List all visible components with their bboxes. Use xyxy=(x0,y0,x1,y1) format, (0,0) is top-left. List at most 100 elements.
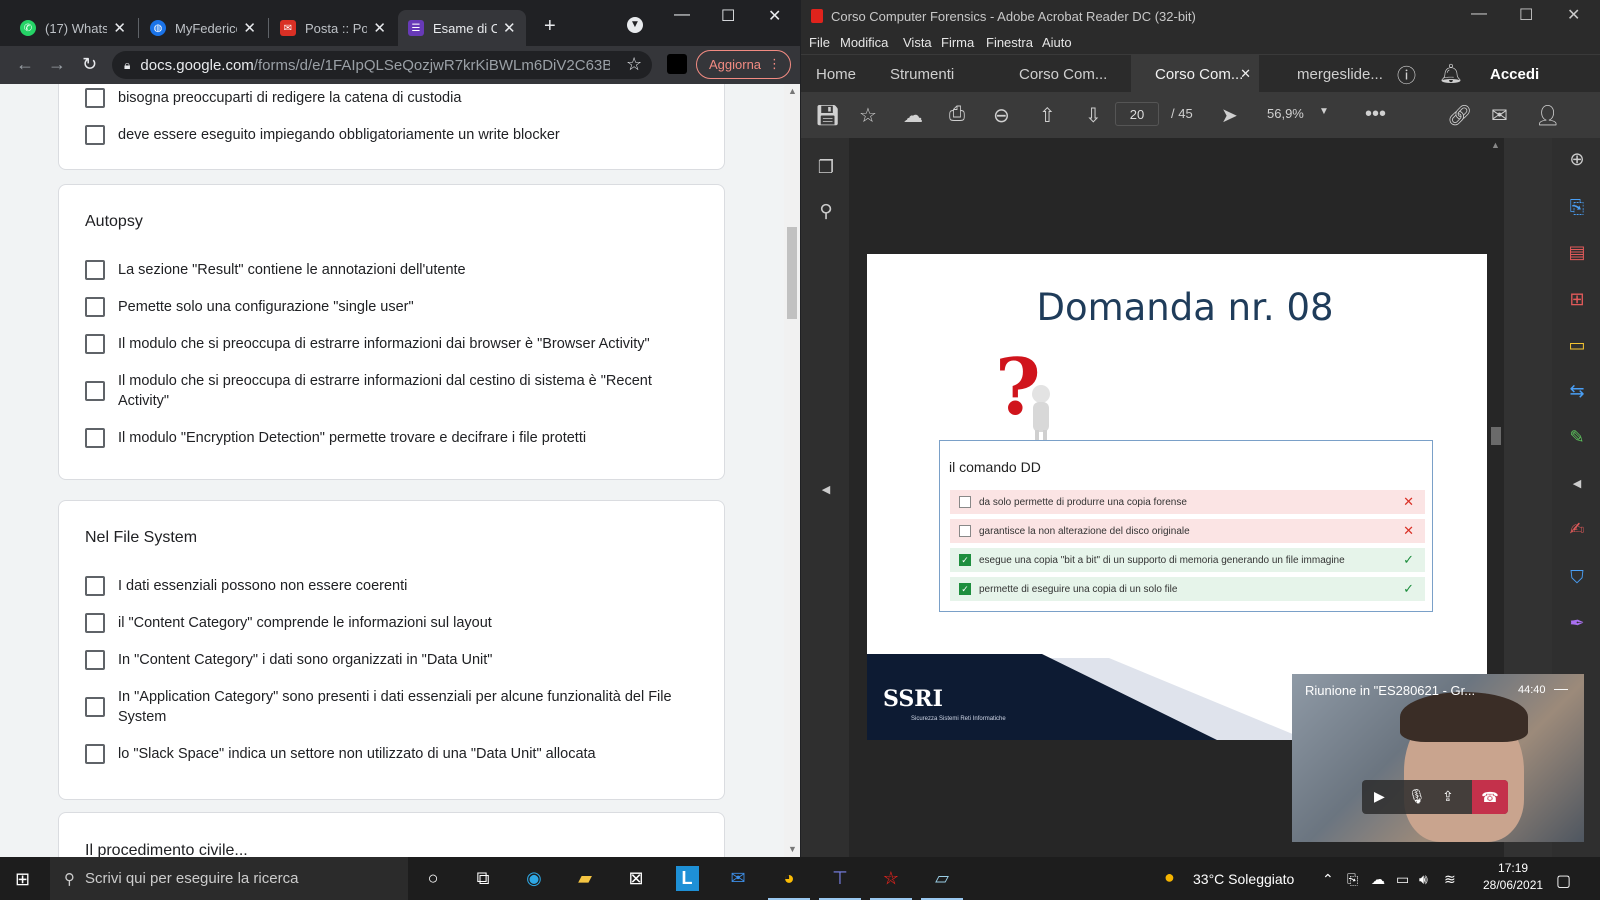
close-icon[interactable]: ✕ xyxy=(1240,66,1251,82)
option[interactable]: lo "Slack Space" indica un settore non u… xyxy=(85,744,685,764)
close-window-icon[interactable]: ✕ xyxy=(1567,5,1580,25)
menu-vista[interactable]: Vista xyxy=(903,35,932,50)
minimize-icon[interactable]: — xyxy=(1471,5,1487,23)
edge-icon[interactable]: ◉ xyxy=(509,857,559,900)
close-window-icon[interactable]: ✕ xyxy=(768,6,781,26)
app-l-icon[interactable]: L xyxy=(662,857,712,900)
help-icon[interactable]: ⓘ xyxy=(1397,55,1416,93)
checkbox[interactable] xyxy=(85,88,105,108)
organize-icon[interactable]: ▤ xyxy=(1566,241,1588,263)
option[interactable]: Il modulo "Encryption Detection" permett… xyxy=(85,428,685,448)
option[interactable]: il "Content Category" comprende le infor… xyxy=(85,613,685,633)
camera-icon[interactable]: ▶︎ xyxy=(1374,788,1385,805)
checkbox[interactable] xyxy=(85,297,105,317)
checkbox[interactable] xyxy=(85,381,105,401)
tab-doc-2[interactable]: Corso Com... ✕ xyxy=(1131,55,1259,93)
share-link-icon[interactable]: 🔗︎ xyxy=(1447,103,1472,128)
menu-modifica[interactable]: Modifica xyxy=(840,35,888,50)
option[interactable]: Il modulo che si preoccupa di estrarre i… xyxy=(85,334,685,354)
bookmark-star-icon[interactable]: ☆ xyxy=(626,54,642,75)
menu-file[interactable]: File xyxy=(809,35,830,50)
star-icon[interactable]: ☆ xyxy=(859,103,877,128)
task-view-icon[interactable]: ⧉ xyxy=(458,857,508,900)
option[interactable]: La sezione "Result" contiene le annotazi… xyxy=(85,260,685,280)
minimize-icon[interactable]: — xyxy=(674,6,690,24)
cortana-icon[interactable]: ○ xyxy=(408,857,458,900)
protect-icon[interactable]: ⛉ xyxy=(1566,566,1588,588)
tab-myfederico[interactable]: ◍ MyFederico ✕ xyxy=(140,10,266,46)
checkbox[interactable] xyxy=(85,428,105,448)
windows-start-icon[interactable]: ⊞ xyxy=(15,869,30,890)
close-icon[interactable]: ✕ xyxy=(113,19,126,37)
maximize-icon[interactable]: ☐ xyxy=(1519,5,1533,25)
notifications-icon[interactable]: ▢ xyxy=(1556,871,1571,891)
weather-icon[interactable]: ● xyxy=(1164,867,1175,888)
option[interactable]: deve essere eseguito impiegando obbligat… xyxy=(85,125,685,145)
checkbox[interactable] xyxy=(85,576,105,596)
add-user-icon[interactable]: 👤︎ xyxy=(1535,103,1560,128)
forward-icon[interactable]: → xyxy=(48,54,66,75)
checkbox[interactable] xyxy=(85,650,105,670)
scrollbar-thumb[interactable] xyxy=(787,227,797,319)
menu-firma[interactable]: Firma xyxy=(941,35,974,50)
weather-text[interactable]: 33°C Soleggiato xyxy=(1193,871,1294,887)
more-icon[interactable]: ••• xyxy=(1365,103,1386,126)
menu-dots-icon[interactable]: ⋮ xyxy=(768,56,781,72)
comment-icon[interactable]: ▭ xyxy=(1566,334,1588,356)
page-number-input[interactable]: 20 xyxy=(1115,102,1159,126)
save-icon[interactable]: 💾︎ xyxy=(815,103,840,128)
signin-button[interactable]: Accedi xyxy=(1490,55,1539,93)
notes-app-icon[interactable]: ▱ xyxy=(917,857,967,900)
new-tab-icon[interactable]: + xyxy=(544,15,556,38)
update-button[interactable]: Aggiorna ⋮ xyxy=(696,50,791,79)
menu-aiuto[interactable]: Aiuto xyxy=(1042,35,1072,50)
page-scrollbar[interactable]: ▲ ▼ xyxy=(784,84,800,857)
tab-doc-1[interactable]: Corso Com... xyxy=(1019,55,1107,93)
share-screen-icon[interactable]: ⇪ xyxy=(1442,788,1454,805)
reload-icon[interactable]: ↻ xyxy=(82,54,97,75)
checkbox[interactable] xyxy=(85,125,105,145)
hang-up-button[interactable]: ☎︎ xyxy=(1472,780,1508,814)
close-icon[interactable]: ✕ xyxy=(373,19,386,37)
email-icon[interactable]: ✉ xyxy=(1491,103,1508,128)
back-icon[interactable]: ← xyxy=(16,54,34,75)
zoom-out-icon[interactable]: ⊖ xyxy=(993,103,1010,128)
option[interactable]: Pemette solo una configurazione "single … xyxy=(85,297,685,317)
zoom-level[interactable]: 56,9% xyxy=(1267,106,1304,121)
taskbar-search[interactable]: ⚲ Scrivi qui per eseguire la ricerca xyxy=(50,857,408,900)
network-off-icon[interactable]: ☁ xyxy=(1371,871,1385,888)
battery-icon[interactable]: ▭ xyxy=(1396,871,1409,888)
store-icon[interactable]: ⊠ xyxy=(611,857,661,900)
option[interactable]: Il modulo che si preoccupa di estrarre i… xyxy=(85,371,685,411)
volume-icon[interactable]: 🔊︎ xyxy=(1419,871,1428,888)
scrollbar-thumb[interactable] xyxy=(1491,427,1501,445)
print-icon[interactable]: ⎙ xyxy=(949,103,965,126)
maximize-icon[interactable]: ☐ xyxy=(721,6,735,26)
extension-icon[interactable] xyxy=(667,54,687,74)
sign-icon[interactable]: ✒ xyxy=(1566,612,1588,634)
bell-icon[interactable]: 🔔︎ xyxy=(1439,55,1463,93)
menu-finestra[interactable]: Finestra xyxy=(986,35,1033,50)
option[interactable]: I dati essenziali possono non essere coe… xyxy=(85,576,685,596)
tab-posta[interactable]: ✉ Posta :: Posta ✕ xyxy=(270,10,396,46)
checkbox[interactable] xyxy=(85,613,105,633)
page-down-icon[interactable]: ⇩ xyxy=(1085,103,1102,128)
zoom-icon[interactable]: ⊕ xyxy=(1566,148,1588,170)
select-cursor-icon[interactable]: ➤ xyxy=(1221,103,1238,128)
teams-meeting-window[interactable]: Riunione in "ES280621 - Gr... 44:40 — ▶︎… xyxy=(1292,674,1584,842)
combine-icon[interactable]: ⇆ xyxy=(1566,380,1588,402)
checkbox[interactable] xyxy=(85,334,105,354)
option[interactable]: bisogna preoccuparti di redigere la cate… xyxy=(85,88,685,108)
tab-home[interactable]: Home xyxy=(816,55,856,93)
option[interactable]: In "Content Category" i dati sono organi… xyxy=(85,650,685,670)
pages-icon[interactable]: ❐ xyxy=(815,156,837,178)
device-icon[interactable]: ⎘ xyxy=(1347,871,1358,888)
file-explorer-icon[interactable]: ▰ xyxy=(560,857,610,900)
scan-icon[interactable] xyxy=(1566,474,1588,496)
checkbox[interactable] xyxy=(85,260,105,280)
microphone-icon[interactable]: 🎙︎ xyxy=(1408,788,1426,805)
upload-cloud-icon[interactable]: ☁ xyxy=(903,103,923,128)
option[interactable]: In "Application Category" sono presenti … xyxy=(85,687,685,727)
wifi-icon[interactable]: ≋ xyxy=(1444,871,1456,888)
edit-pdf-icon[interactable]: ✎ xyxy=(1566,426,1588,448)
